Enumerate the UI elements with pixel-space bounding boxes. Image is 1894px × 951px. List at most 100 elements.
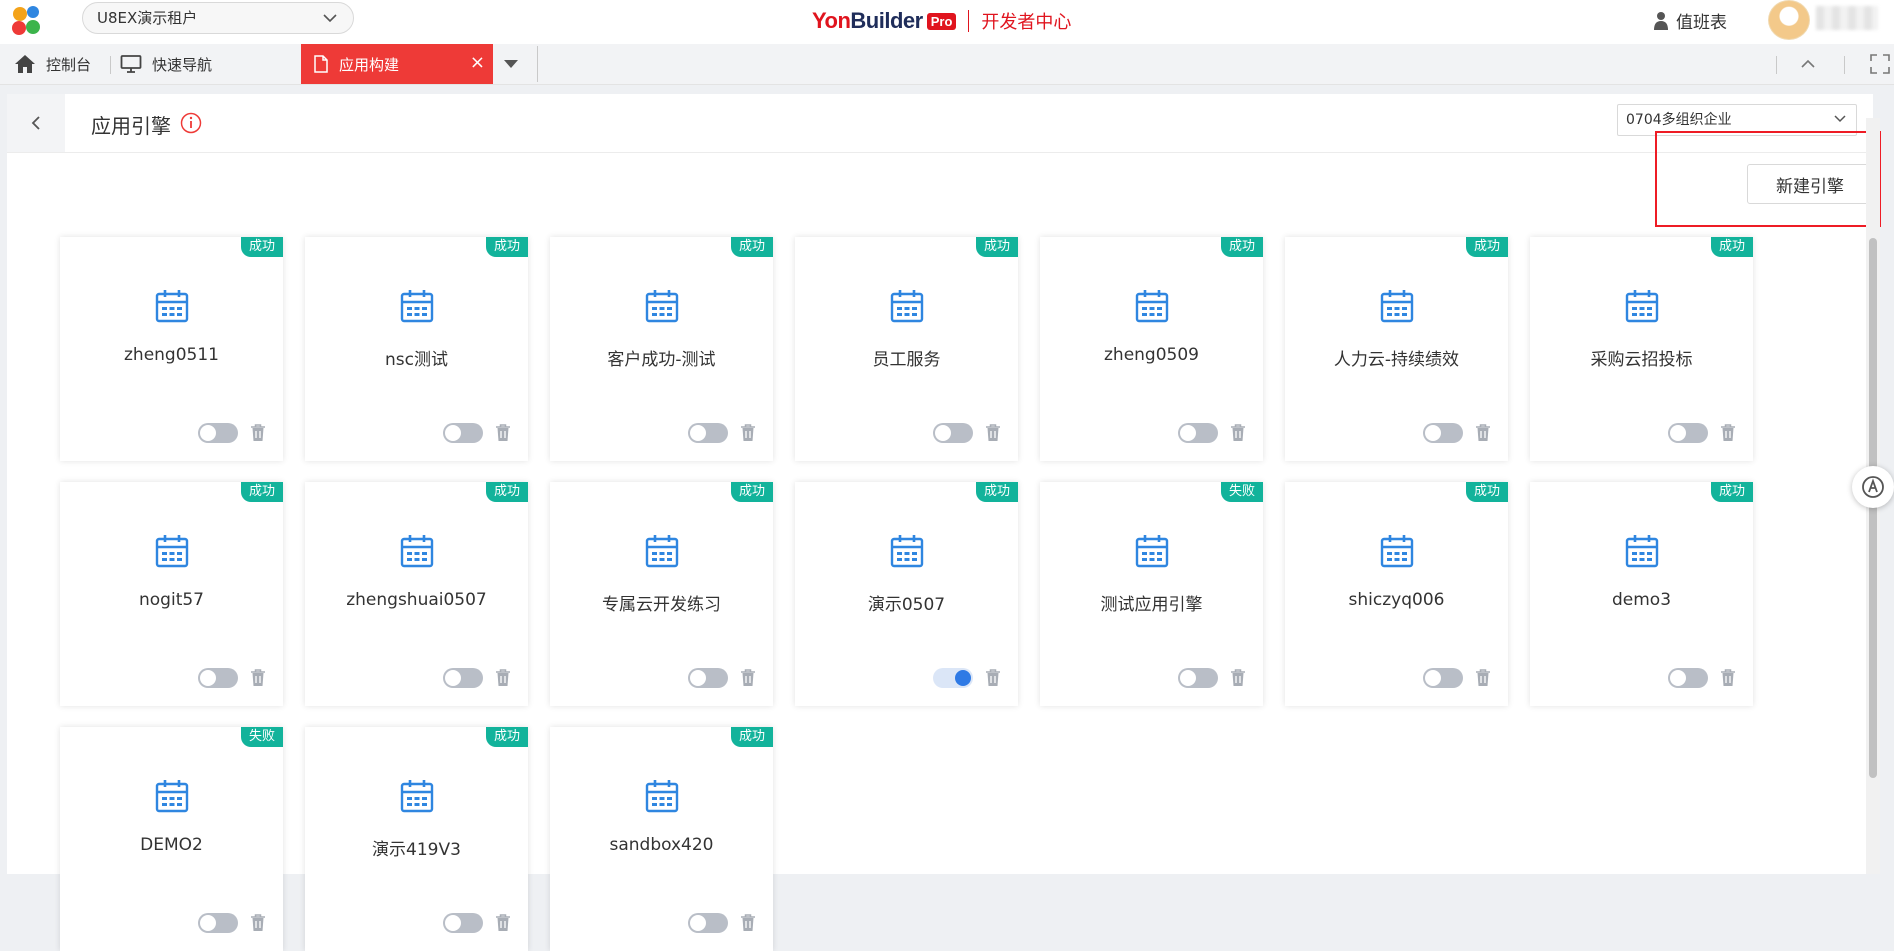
engine-name: nogit57	[139, 590, 204, 610]
status-badge: 成功	[485, 727, 528, 747]
engine-card[interactable]: 成功人力云-持续绩效	[1285, 237, 1508, 461]
divider	[1844, 56, 1845, 74]
engine-name: zheng0509	[1104, 345, 1199, 365]
engine-card[interactable]: 成功 nogit57	[60, 482, 283, 706]
toggle-knob	[1670, 425, 1686, 441]
status-badge: 成功	[1710, 482, 1753, 502]
engine-card[interactable]: 成功 shiczyq006	[1285, 482, 1508, 706]
engine-toggle[interactable]	[198, 913, 238, 933]
engine-name: 人力云-持续绩效	[1333, 350, 1460, 370]
trash-icon[interactable]	[1230, 424, 1246, 442]
calendar-icon	[1135, 535, 1169, 568]
engine-toggle[interactable]	[443, 423, 483, 443]
toggle-knob	[690, 425, 706, 441]
calendar-icon	[1380, 535, 1414, 568]
trash-icon[interactable]	[740, 914, 756, 932]
toggle-knob	[445, 670, 461, 686]
engine-toggle[interactable]	[933, 423, 973, 443]
divider	[1776, 56, 1777, 74]
engine-toggle[interactable]	[1423, 423, 1463, 443]
status-badge: 成功	[1465, 237, 1508, 257]
engine-name: shiczyq006	[1348, 590, 1445, 610]
translate-float-button[interactable]	[1852, 466, 1894, 508]
engine-card[interactable]: 成功 演示419V3	[305, 727, 528, 951]
engine-toggle[interactable]	[443, 913, 483, 933]
engine-card[interactable]: 成功 sandbox420	[550, 727, 773, 951]
tab-quick-nav[interactable]: 快速导航	[120, 44, 212, 84]
trash-icon[interactable]	[985, 669, 1001, 687]
engine-toggle[interactable]	[933, 668, 973, 688]
engine-toggle[interactable]	[688, 668, 728, 688]
app-logo-icon[interactable]	[10, 4, 44, 38]
scrollbar-thumb[interactable]	[1869, 238, 1877, 778]
engine-toggle[interactable]	[1668, 423, 1708, 443]
engine-card[interactable]: 成功 zheng0509	[1040, 237, 1263, 461]
trash-icon[interactable]	[985, 424, 1001, 442]
trash-icon[interactable]	[1230, 669, 1246, 687]
user-name-blurred[interactable]	[1816, 6, 1878, 30]
calendar-icon	[645, 780, 679, 813]
status-badge: 成功	[240, 237, 283, 257]
engine-card[interactable]: 成功 zheng0511	[60, 237, 283, 461]
chevron-down-icon	[323, 14, 337, 23]
tab-app-build[interactable]: 应用构建 ×	[301, 44, 493, 84]
engine-toggle[interactable]	[1178, 668, 1218, 688]
duty-roster-link[interactable]: 值班表	[1652, 8, 1727, 33]
calendar-icon	[1625, 535, 1659, 568]
engine-toggle[interactable]	[688, 423, 728, 443]
engine-name: 演示0507	[867, 595, 946, 615]
calendar-icon	[890, 290, 924, 323]
engine-card[interactable]: 成功 客户成功-测试	[550, 237, 773, 461]
tab-console-label: 控制台	[46, 55, 92, 74]
engine-toggle[interactable]	[198, 668, 238, 688]
tab-console[interactable]: 控制台	[14, 44, 91, 84]
engine-card[interactable]: 成功演示0507	[795, 482, 1018, 706]
trash-icon[interactable]	[250, 669, 266, 687]
engine-card[interactable]: 失败 DEMO2	[60, 727, 283, 951]
trash-icon[interactable]	[495, 424, 511, 442]
engine-name: 采购云招投标	[1590, 350, 1693, 370]
trash-icon[interactable]	[495, 669, 511, 687]
engine-toggle[interactable]	[198, 423, 238, 443]
tenant-switcher[interactable]: U8EX演示租户	[82, 2, 354, 34]
engine-card[interactable]: 成功 采购云招投标	[1530, 237, 1753, 461]
back-button[interactable]	[7, 94, 65, 152]
trash-icon[interactable]	[495, 914, 511, 932]
developer-center-title: 开发者中心	[981, 12, 1072, 33]
trash-icon[interactable]	[1475, 424, 1491, 442]
collapse-up-icon[interactable]	[1800, 58, 1816, 70]
toggle-knob	[955, 670, 971, 686]
close-tab-icon[interactable]: ×	[470, 54, 485, 72]
trash-icon[interactable]	[740, 424, 756, 442]
status-badge: 成功	[975, 482, 1018, 502]
brand-name: YonBuilder	[812, 8, 923, 33]
engine-toggle[interactable]	[1423, 668, 1463, 688]
engine-name: sandbox420	[609, 835, 714, 855]
status-badge: 成功	[1220, 237, 1263, 257]
info-icon[interactable]	[180, 112, 202, 134]
trash-icon[interactable]	[250, 914, 266, 932]
toggle-knob	[690, 915, 706, 931]
avatar[interactable]	[1768, 0, 1810, 40]
engine-toggle[interactable]	[1178, 423, 1218, 443]
fullscreen-icon[interactable]	[1870, 54, 1890, 74]
trash-icon[interactable]	[740, 669, 756, 687]
engine-toggle[interactable]	[688, 913, 728, 933]
engine-name: nsc测试	[385, 350, 448, 370]
engine-card[interactable]: 成功 demo3	[1530, 482, 1753, 706]
tab-app-build-label: 应用构建	[339, 55, 400, 74]
engine-card[interactable]: 成功 zhengshuai0507	[305, 482, 528, 706]
tab-dropdown-icon[interactable]	[503, 58, 519, 70]
status-badge: 成功	[730, 482, 773, 502]
trash-icon[interactable]	[1720, 424, 1736, 442]
trash-icon[interactable]	[1720, 669, 1736, 687]
engine-toggle[interactable]	[1668, 668, 1708, 688]
engine-card[interactable]: 成功 员工服务	[795, 237, 1018, 461]
trash-icon[interactable]	[1475, 669, 1491, 687]
trash-icon[interactable]	[250, 424, 266, 442]
engine-card[interactable]: 失败 测试应用引擎	[1040, 482, 1263, 706]
toggle-knob	[935, 425, 951, 441]
engine-toggle[interactable]	[443, 668, 483, 688]
engine-card[interactable]: 成功 nsc测试	[305, 237, 528, 461]
engine-card[interactable]: 成功 专属云开发练习	[550, 482, 773, 706]
